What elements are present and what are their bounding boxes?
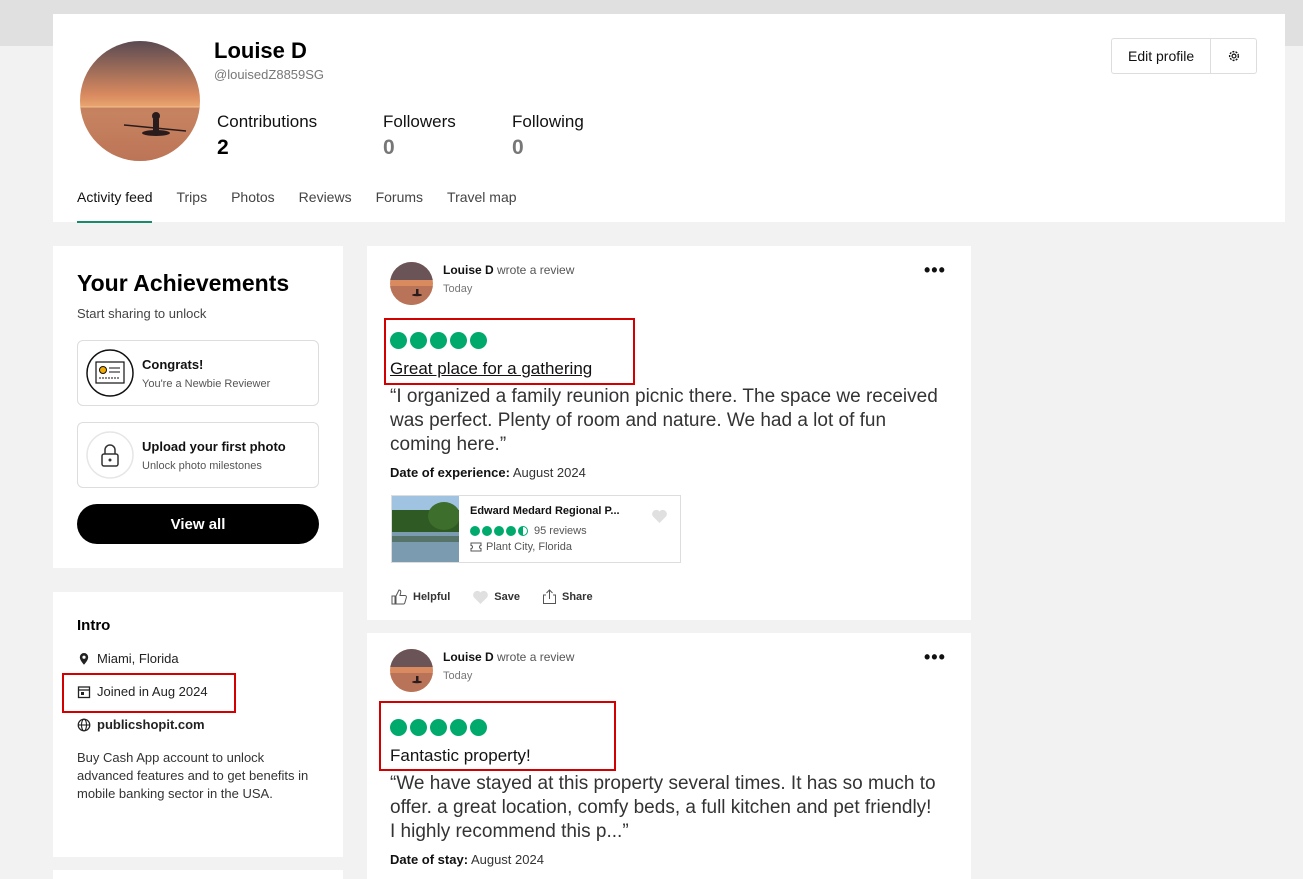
date-of-stay: Date of stay: August 2024 bbox=[390, 852, 544, 867]
heart-icon bbox=[473, 590, 489, 604]
stat-label: Following bbox=[512, 112, 584, 131]
date-of-experience: Date of experience: August 2024 bbox=[390, 465, 586, 480]
reviewer-avatar[interactable] bbox=[390, 262, 433, 305]
stat-following[interactable]: Following 0 bbox=[512, 112, 584, 160]
achievement-subtitle: You're a Newbie Reviewer bbox=[142, 378, 271, 390]
achievement-newbie-reviewer[interactable]: Congrats! You're a Newbie Reviewer bbox=[77, 340, 319, 406]
ticket-icon bbox=[470, 542, 482, 552]
helpful-button[interactable]: Helpful bbox=[391, 589, 450, 605]
share-button[interactable]: Share bbox=[542, 589, 593, 605]
achievements-card: Your Achievements Start sharing to unloc… bbox=[53, 246, 343, 568]
review-action-text: wrote a review bbox=[497, 263, 575, 277]
tab-photos[interactable]: Photos bbox=[231, 181, 275, 223]
rating-bubble bbox=[494, 526, 504, 536]
place-card[interactable]: Edward Medard Regional P... 95 reviews P… bbox=[391, 495, 681, 563]
place-location-text: Plant City, Florida bbox=[486, 541, 572, 553]
place-review-count: 95 reviews bbox=[534, 525, 587, 537]
stat-value: 2 bbox=[217, 136, 229, 159]
settings-button[interactable] bbox=[1210, 39, 1256, 73]
intro-location-text: Miami, Florida bbox=[97, 651, 179, 666]
review-body: “I organized a family reunion picnic the… bbox=[390, 386, 938, 455]
review-header: Louise D wrote a review bbox=[443, 263, 574, 277]
intro-location: Miami, Florida bbox=[77, 651, 179, 666]
tab-trips[interactable]: Trips bbox=[176, 181, 207, 223]
rating-bubble bbox=[506, 526, 516, 536]
stat-value: 0 bbox=[383, 136, 395, 159]
intro-website-link[interactable]: publicshopit.com bbox=[97, 717, 205, 732]
highlight-box-review-title bbox=[379, 701, 616, 771]
save-button[interactable]: Save bbox=[472, 590, 520, 605]
tab-reviews[interactable]: Reviews bbox=[299, 181, 352, 223]
profile-handle: @louisedZ8859SG bbox=[214, 67, 325, 82]
gear-icon bbox=[1228, 50, 1239, 62]
thumbs-up-icon bbox=[391, 589, 407, 605]
share-icon bbox=[542, 589, 556, 604]
helpful-label: Helpful bbox=[413, 591, 451, 603]
stat-contributions[interactable]: Contributions 2 bbox=[217, 112, 317, 160]
edit-profile-button[interactable]: Edit profile bbox=[1112, 39, 1210, 73]
profile-tabs: Activity feed Trips Photos Reviews Forum… bbox=[77, 181, 541, 223]
globe-icon bbox=[77, 718, 91, 731]
intro-card: Intro Miami, Florida Joined in Aug 2024 … bbox=[53, 592, 343, 857]
date-of-stay-value: August 2024 bbox=[470, 852, 544, 867]
place-location: Plant City, Florida bbox=[470, 541, 572, 553]
lock-icon bbox=[86, 431, 134, 479]
profile-avatar[interactable] bbox=[80, 41, 200, 161]
profile-name: Louise D bbox=[214, 38, 307, 63]
save-label: Save bbox=[494, 591, 520, 603]
review-date: Today bbox=[443, 670, 473, 682]
highlight-box-joined bbox=[62, 673, 236, 713]
achievement-first-photo[interactable]: Upload your first photo Unlock photo mil… bbox=[77, 422, 319, 488]
profile-header: Louise D @louisedZ8859SG Contributions 2… bbox=[53, 14, 1285, 223]
tab-forums[interactable]: Forums bbox=[376, 181, 423, 223]
highlight-box-review-title bbox=[384, 318, 635, 385]
reviewer-name[interactable]: Louise D bbox=[443, 650, 494, 664]
stat-followers[interactable]: Followers 0 bbox=[383, 112, 456, 160]
review-body: “We have stayed at this property several… bbox=[390, 773, 936, 842]
stat-label: Contributions bbox=[217, 112, 318, 131]
achievements-subtitle: Start sharing to unlock bbox=[77, 306, 207, 321]
achievement-title: Upload your first photo bbox=[142, 439, 286, 454]
intro-bio: Buy Cash App account to unlock advanced … bbox=[77, 750, 309, 801]
intro-title: Intro bbox=[77, 617, 111, 634]
reviewer-avatar[interactable] bbox=[390, 649, 433, 692]
review-header: Louise D wrote a review bbox=[443, 650, 574, 664]
view-all-button[interactable]: View all bbox=[77, 504, 319, 544]
share-label: Share bbox=[561, 591, 593, 603]
map-pin-icon bbox=[79, 652, 89, 665]
rating-bubble bbox=[470, 526, 480, 536]
achievements-title: Your Achievements bbox=[77, 270, 290, 296]
achievement-title: Congrats! bbox=[142, 357, 204, 372]
intro-website[interactable]: publicshopit.com bbox=[77, 717, 205, 732]
review-actions: Helpful Save Share bbox=[391, 589, 615, 605]
more-options-icon[interactable]: ••• bbox=[924, 260, 946, 281]
rating-bubble-half bbox=[518, 526, 528, 536]
review-card: Louise D wrote a review Today ••• Great … bbox=[367, 246, 971, 620]
achievement-subtitle: Unlock photo milestones bbox=[142, 460, 262, 472]
rating-bubble bbox=[482, 526, 492, 536]
reviewer-name[interactable]: Louise D bbox=[443, 263, 494, 277]
stat-label: Followers bbox=[383, 112, 456, 131]
date-of-experience-value: August 2024 bbox=[512, 465, 586, 480]
tab-activity-feed[interactable]: Activity feed bbox=[77, 181, 153, 223]
profile-actions: Edit profile bbox=[1111, 38, 1258, 74]
next-sidebar-card bbox=[53, 870, 343, 879]
certificate-badge-icon bbox=[86, 349, 134, 397]
tab-travel-map[interactable]: Travel map bbox=[447, 181, 517, 223]
stat-value: 0 bbox=[512, 136, 524, 159]
place-name[interactable]: Edward Medard Regional P... bbox=[470, 505, 620, 517]
place-thumbnail bbox=[392, 496, 459, 562]
date-of-stay-label: Date of stay: bbox=[390, 852, 469, 867]
review-date: Today bbox=[443, 283, 473, 295]
heart-icon[interactable] bbox=[651, 509, 668, 524]
more-options-icon[interactable]: ••• bbox=[924, 647, 946, 668]
place-rating: 95 reviews bbox=[470, 525, 587, 537]
review-action-text: wrote a review bbox=[497, 650, 575, 664]
date-of-experience-label: Date of experience: bbox=[390, 465, 510, 480]
